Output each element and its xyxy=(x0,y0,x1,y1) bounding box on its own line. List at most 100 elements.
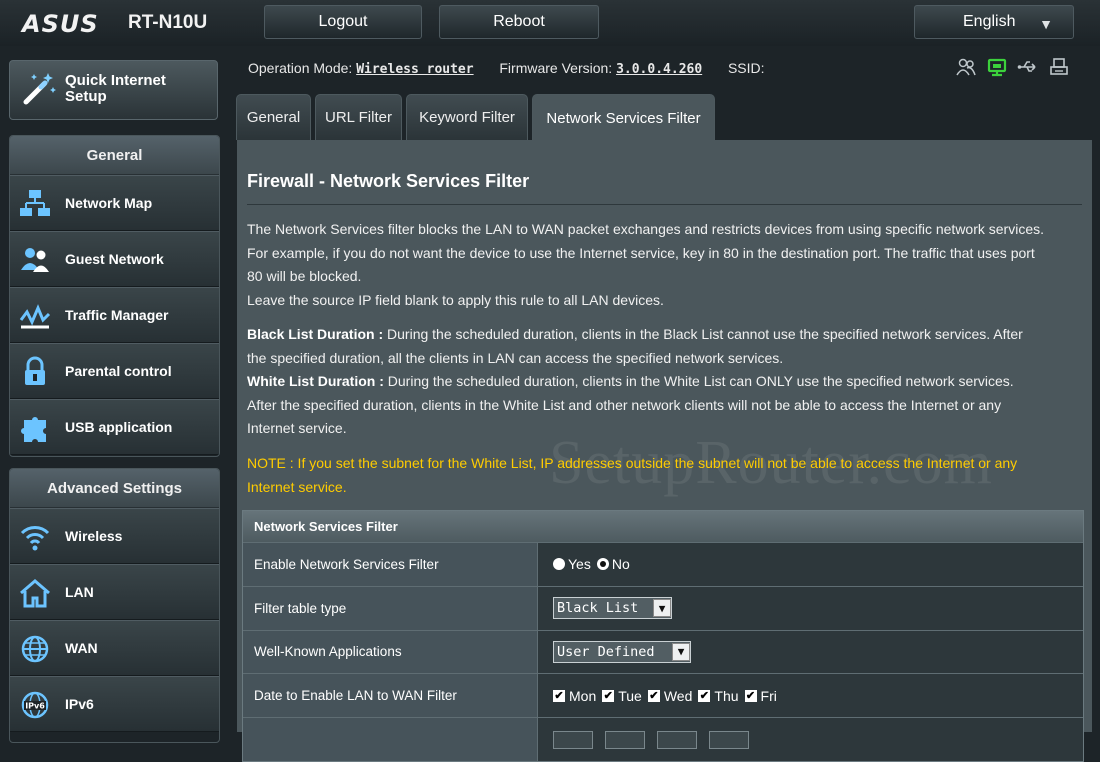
tue-checkbox[interactable]: ✔ Tue xyxy=(602,688,642,704)
radio-button-icon xyxy=(553,558,565,571)
tab-url-filter[interactable]: URL Filter xyxy=(315,94,402,140)
well-known-apps-select[interactable]: User Defined ▼ xyxy=(553,640,691,663)
ipv6-globe-icon: IPv6 xyxy=(21,691,49,719)
sidebar-item-label: Wireless xyxy=(65,528,123,544)
day-label: Wed xyxy=(663,687,693,704)
thu-checkbox[interactable]: ✔ Thu xyxy=(698,687,739,704)
checkmark-icon: ✔ xyxy=(602,689,615,702)
day-label: Thu xyxy=(714,687,739,704)
network-status-icon[interactable] xyxy=(986,56,1008,78)
sidebar-item-wireless[interactable]: Wireless xyxy=(10,508,219,564)
sidebar-item-wan[interactable]: WAN xyxy=(10,620,219,676)
sidebar-item-guest-network[interactable]: Guest Network xyxy=(10,231,219,287)
checkmark-icon: ✔ xyxy=(744,689,757,702)
black-list-term: Black List Duration : xyxy=(247,326,384,342)
white-list-term: White List Duration : xyxy=(247,373,384,389)
tab-general[interactable]: General xyxy=(236,94,311,140)
sidebar-item-parental-control[interactable]: Parental control xyxy=(10,343,219,399)
chevron-down-icon: ▼ xyxy=(653,599,671,618)
status-icons xyxy=(955,56,1070,78)
tab-network-services-filter[interactable]: Network Services Filter xyxy=(532,94,715,142)
yes-label: Yes xyxy=(568,556,591,573)
next-row-label xyxy=(243,718,538,761)
duration-description: Black List Duration : During the schedul… xyxy=(247,323,1087,441)
time-input[interactable] xyxy=(553,730,593,749)
quick-internet-setup-button[interactable]: Quick Internet Setup xyxy=(9,60,218,120)
sidebar-item-label: WAN xyxy=(65,640,98,656)
sidebar-item-lan[interactable]: LAN xyxy=(10,564,219,620)
wifi-icon xyxy=(20,526,50,551)
sidebar-item-label: Traffic Manager xyxy=(65,307,169,323)
enable-filter-label: Enable Network Services Filter xyxy=(243,543,538,586)
fri-checkbox[interactable]: ✔ Fri xyxy=(744,687,777,704)
checkmark-icon: ✔ xyxy=(698,689,711,702)
traffic-manager-icon xyxy=(19,304,51,329)
chevron-down-icon: ▼ xyxy=(672,642,690,661)
page-title: Firewall - Network Services Filter xyxy=(247,171,530,191)
enable-no-radio[interactable]: No xyxy=(596,556,630,573)
sidebar-item-ipv6[interactable]: IPv6 IPv6 xyxy=(10,676,219,732)
note-text: NOTE : If you set the subnet for the Whi… xyxy=(247,452,1087,499)
intro-line: 80 will be blocked. xyxy=(247,268,362,284)
enable-yes-radio[interactable]: Yes xyxy=(553,556,591,572)
white-list-text: After the specified duration, clients in… xyxy=(247,396,1002,413)
sidebar-item-usb-application[interactable]: USB application xyxy=(10,399,219,455)
filter-date-label: Date to Enable LAN to WAN Filter xyxy=(243,674,538,718)
title-divider xyxy=(247,204,1082,205)
advanced-settings-title: Advanced Settings xyxy=(10,469,219,508)
table-title: Network Services Filter xyxy=(243,511,1083,542)
tab-keyword-filter[interactable]: Keyword Filter xyxy=(406,94,528,140)
intro-line: Leave the source IP field blank to apply… xyxy=(247,291,664,308)
day-label: Fri xyxy=(760,687,777,704)
radio-button-icon xyxy=(596,558,609,571)
usb-icon[interactable] xyxy=(1017,56,1039,78)
sidebar-item-label: Guest Network xyxy=(65,251,164,267)
time-input[interactable] xyxy=(657,730,697,749)
reboot-button[interactable]: Reboot xyxy=(439,5,599,39)
well-known-apps-value: User Defined xyxy=(557,643,655,660)
logout-button[interactable]: Logout xyxy=(264,5,422,39)
advanced-settings-menu: Advanced Settings Wireless LAN WAN IPv6 … xyxy=(9,468,220,743)
main-content: SetupRouter.com Firewall - Network Servi… xyxy=(237,140,1092,762)
language-select[interactable]: English ▼ xyxy=(914,5,1074,39)
intro-paragraph: The Network Services filter blocks the L… xyxy=(247,218,1087,312)
sidebar-item-traffic-manager[interactable]: Traffic Manager xyxy=(10,287,219,343)
time-input[interactable] xyxy=(605,730,645,749)
well-known-apps-label: Well-Known Applications xyxy=(243,630,538,674)
day-label: Mon xyxy=(569,687,597,704)
firmware-version-link[interactable]: 3.0.0.4.260 xyxy=(616,62,702,77)
table-row: Enable Network Services Filter Yes No xyxy=(243,542,1083,586)
general-menu-title: General xyxy=(10,136,219,175)
network-services-filter-table: Network Services Filter Enable Network S… xyxy=(242,510,1084,762)
sidebar-item-network-map[interactable]: Network Map xyxy=(10,175,219,231)
checkmark-icon: ✔ xyxy=(553,689,565,702)
mon-checkbox[interactable]: ✔ Mon xyxy=(553,688,596,704)
filter-table-type-select[interactable]: Black List ▼ xyxy=(553,597,672,620)
puzzle-icon xyxy=(21,417,46,442)
filter-table-type-label: Filter table type xyxy=(243,586,538,630)
router-model: RT-N10U xyxy=(128,12,208,33)
general-menu: General Network Map Guest Network Traffi… xyxy=(9,135,220,457)
white-list-text: During the scheduled duration, clients i… xyxy=(383,373,1014,389)
chevron-down-icon: ▼ xyxy=(1039,16,1053,32)
printer-icon[interactable] xyxy=(1048,56,1070,78)
black-list-text: During the scheduled duration, clients i… xyxy=(383,326,1023,342)
filter-table-type-value: Black List xyxy=(557,600,639,617)
sidebar-item-label: Parental control xyxy=(65,363,172,379)
table-row: Filter table type Black List ▼ xyxy=(243,585,1083,630)
firmware-version-label: Firmware Version: xyxy=(499,60,613,76)
time-input[interactable] xyxy=(709,730,749,749)
clients-icon[interactable] xyxy=(955,56,977,78)
language-label: English xyxy=(963,13,1016,30)
guest-network-icon xyxy=(21,248,49,272)
note-line: NOTE : If you set the subnet for the Whi… xyxy=(247,455,1018,471)
wed-checkbox[interactable]: ✔ Wed xyxy=(647,687,693,704)
intro-line: The Network Services filter blocks the L… xyxy=(247,221,1045,237)
white-list-text: Internet service. xyxy=(247,420,347,436)
home-icon xyxy=(20,579,50,608)
operation-mode-link[interactable]: Wireless router xyxy=(356,62,473,77)
table-row xyxy=(243,717,1083,761)
sidebar-item-label: Network Map xyxy=(65,195,153,211)
no-label: No xyxy=(611,556,630,573)
day-label: Tue xyxy=(618,687,642,704)
